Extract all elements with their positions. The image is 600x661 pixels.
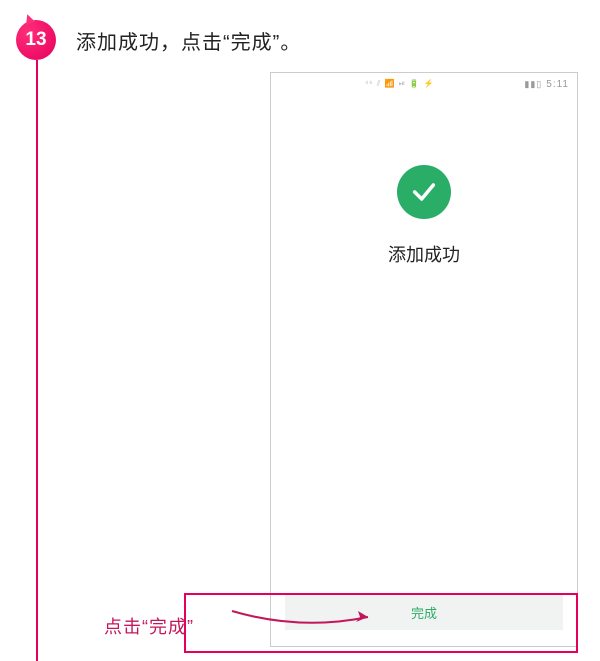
- step-title: 添加成功，点击“完成”。: [76, 26, 301, 55]
- phone-screenshot-frame: ⁴⁶ ⫽ 📶 ⏯ 🔋 ⚡ ▮▮▯ 5:11 添加成功 完成: [270, 72, 578, 647]
- status-icons: ⁴⁶ ⫽ 📶 ⏯ 🔋 ⚡: [279, 79, 520, 89]
- vertical-guide-line: [36, 60, 38, 661]
- battery-icon: ▮▮▯: [524, 79, 542, 90]
- status-bar: ⁴⁶ ⫽ 📶 ⏯ 🔋 ⚡ ▮▮▯ 5:11: [271, 73, 577, 95]
- step-header: 13 添加成功，点击“完成”。: [0, 0, 600, 60]
- success-message: 添加成功: [388, 241, 460, 267]
- done-button[interactable]: 完成: [285, 594, 563, 630]
- bottom-button-container: 完成: [271, 584, 577, 646]
- callout-label: 点击“完成”: [104, 613, 194, 639]
- success-panel: 添加成功: [271, 95, 577, 584]
- status-time: 5:11: [546, 79, 569, 90]
- step-number: 13: [25, 29, 46, 51]
- step-number-badge: 13: [16, 20, 56, 60]
- success-check-icon: [397, 165, 451, 219]
